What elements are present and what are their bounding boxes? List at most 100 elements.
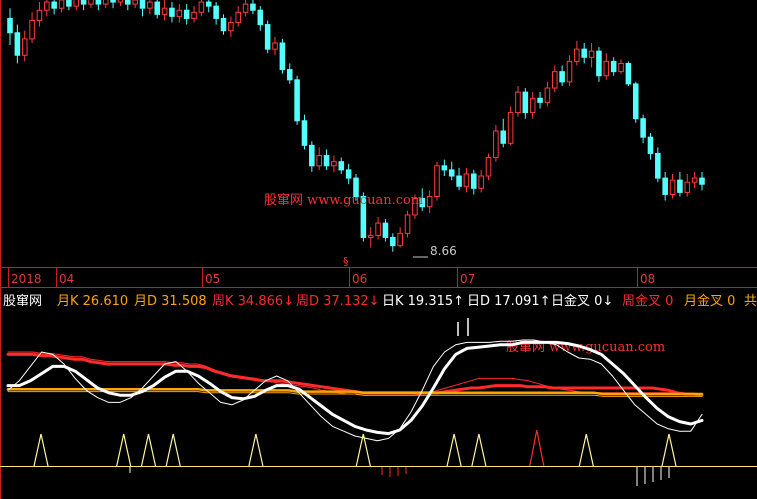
candle-body — [625, 62, 632, 85]
candle-body — [500, 130, 507, 144]
candle-body — [662, 177, 668, 195]
candle-body — [566, 60, 573, 83]
candle-body — [426, 196, 433, 208]
candle-body — [286, 69, 293, 81]
candle-body — [220, 17, 227, 32]
candle — [279, 38, 286, 74]
candle-body — [632, 83, 639, 120]
candle-body — [95, 0, 102, 5]
candle-body — [493, 130, 499, 159]
legend-item: 月D 31.508 — [134, 294, 207, 309]
candle-body — [279, 42, 286, 71]
legend-item: 月K 26.610 — [57, 294, 128, 309]
candle-body — [507, 112, 514, 144]
candle-body — [574, 48, 580, 62]
chart-marker-symbol: § — [343, 255, 349, 268]
candle-body — [213, 5, 219, 19]
candle-body — [404, 214, 411, 234]
candle-body — [471, 173, 477, 189]
candle-body — [272, 42, 278, 50]
indicator-title: 股窜网 — [3, 294, 42, 309]
legend-item: 日D 17.091↑ — [467, 294, 551, 309]
candle-body — [529, 97, 536, 114]
candle-body — [191, 11, 197, 19]
candle-body — [677, 179, 683, 193]
candle-body — [478, 175, 484, 189]
candle-body — [699, 177, 705, 185]
candle-body — [382, 222, 389, 238]
candle-body — [537, 97, 543, 103]
legend-item: 共 — [744, 294, 757, 309]
candle-body — [618, 62, 624, 73]
candle-body — [242, 3, 249, 13]
stock-chart: 8.66 股窜网 www.gucuan.com § 2018 04 05 06 … — [0, 0, 757, 499]
candle — [625, 61, 632, 86]
candle-body — [147, 1, 153, 9]
axis-month-label: 06 — [352, 272, 367, 286]
candle-body — [29, 19, 35, 40]
candle-body — [205, 1, 212, 7]
candle-body — [316, 155, 322, 167]
candle-body — [441, 165, 448, 171]
candle — [434, 161, 440, 201]
candle-body — [88, 0, 94, 5]
candle-body — [139, 0, 146, 9]
candle — [294, 75, 300, 125]
axis-year-label: 2018 — [11, 272, 42, 286]
axis-month-label: 08 — [640, 272, 655, 286]
chart-background — [0, 0, 757, 499]
candle-body — [14, 32, 21, 56]
candle-body — [21, 38, 28, 56]
candle-body — [228, 22, 234, 32]
candle-body — [669, 179, 676, 195]
candle-body — [66, 0, 72, 7]
candle-body — [375, 222, 381, 236]
candle-body — [169, 7, 175, 17]
low-price-label: 8.66 — [430, 244, 457, 258]
candle — [264, 20, 271, 54]
candle-body — [235, 11, 241, 24]
candle-body — [581, 48, 587, 58]
legend-item: 日金叉 0↓ — [551, 293, 613, 309]
candle-body — [684, 181, 691, 193]
price-watermark: 股窜网 www.gucuan.com — [264, 193, 423, 208]
candle-body — [485, 157, 492, 177]
candle-body — [448, 169, 455, 177]
candle-body — [44, 1, 50, 11]
candle-body — [691, 177, 698, 183]
candle-body — [73, 0, 80, 7]
candle-body — [331, 161, 337, 167]
candle — [507, 106, 514, 146]
candle-body — [456, 175, 462, 187]
candle — [404, 210, 411, 238]
candle-body — [132, 0, 138, 5]
candle-body — [301, 120, 308, 146]
candle-body — [522, 91, 529, 114]
candle-body — [183, 9, 190, 19]
candle-body — [367, 234, 374, 238]
candle-body — [250, 3, 256, 11]
legend-item: 月金叉 0 — [684, 293, 735, 309]
candle-body — [397, 232, 403, 247]
candle-body — [544, 87, 551, 103]
candle-body — [647, 136, 654, 155]
candle-body — [309, 144, 315, 167]
candle-body — [434, 165, 440, 197]
candle-body — [176, 9, 183, 17]
candle-body — [345, 169, 352, 179]
legend-item: 日K 19.315↑ — [382, 294, 464, 309]
axis-month-label: 07 — [460, 272, 475, 286]
candle-body — [117, 0, 124, 3]
legend-item: 周K 34.866↓ — [212, 294, 294, 309]
candle-body — [610, 60, 617, 73]
candle-body — [559, 71, 565, 83]
candle-body — [463, 173, 470, 187]
candle-body — [102, 0, 109, 5]
candle-body — [257, 9, 264, 26]
candle-body — [323, 155, 330, 167]
candle-body — [154, 1, 161, 15]
candle-body — [198, 1, 205, 13]
candle-body — [640, 118, 646, 138]
candle-body — [36, 9, 43, 21]
candle-body — [390, 236, 396, 247]
